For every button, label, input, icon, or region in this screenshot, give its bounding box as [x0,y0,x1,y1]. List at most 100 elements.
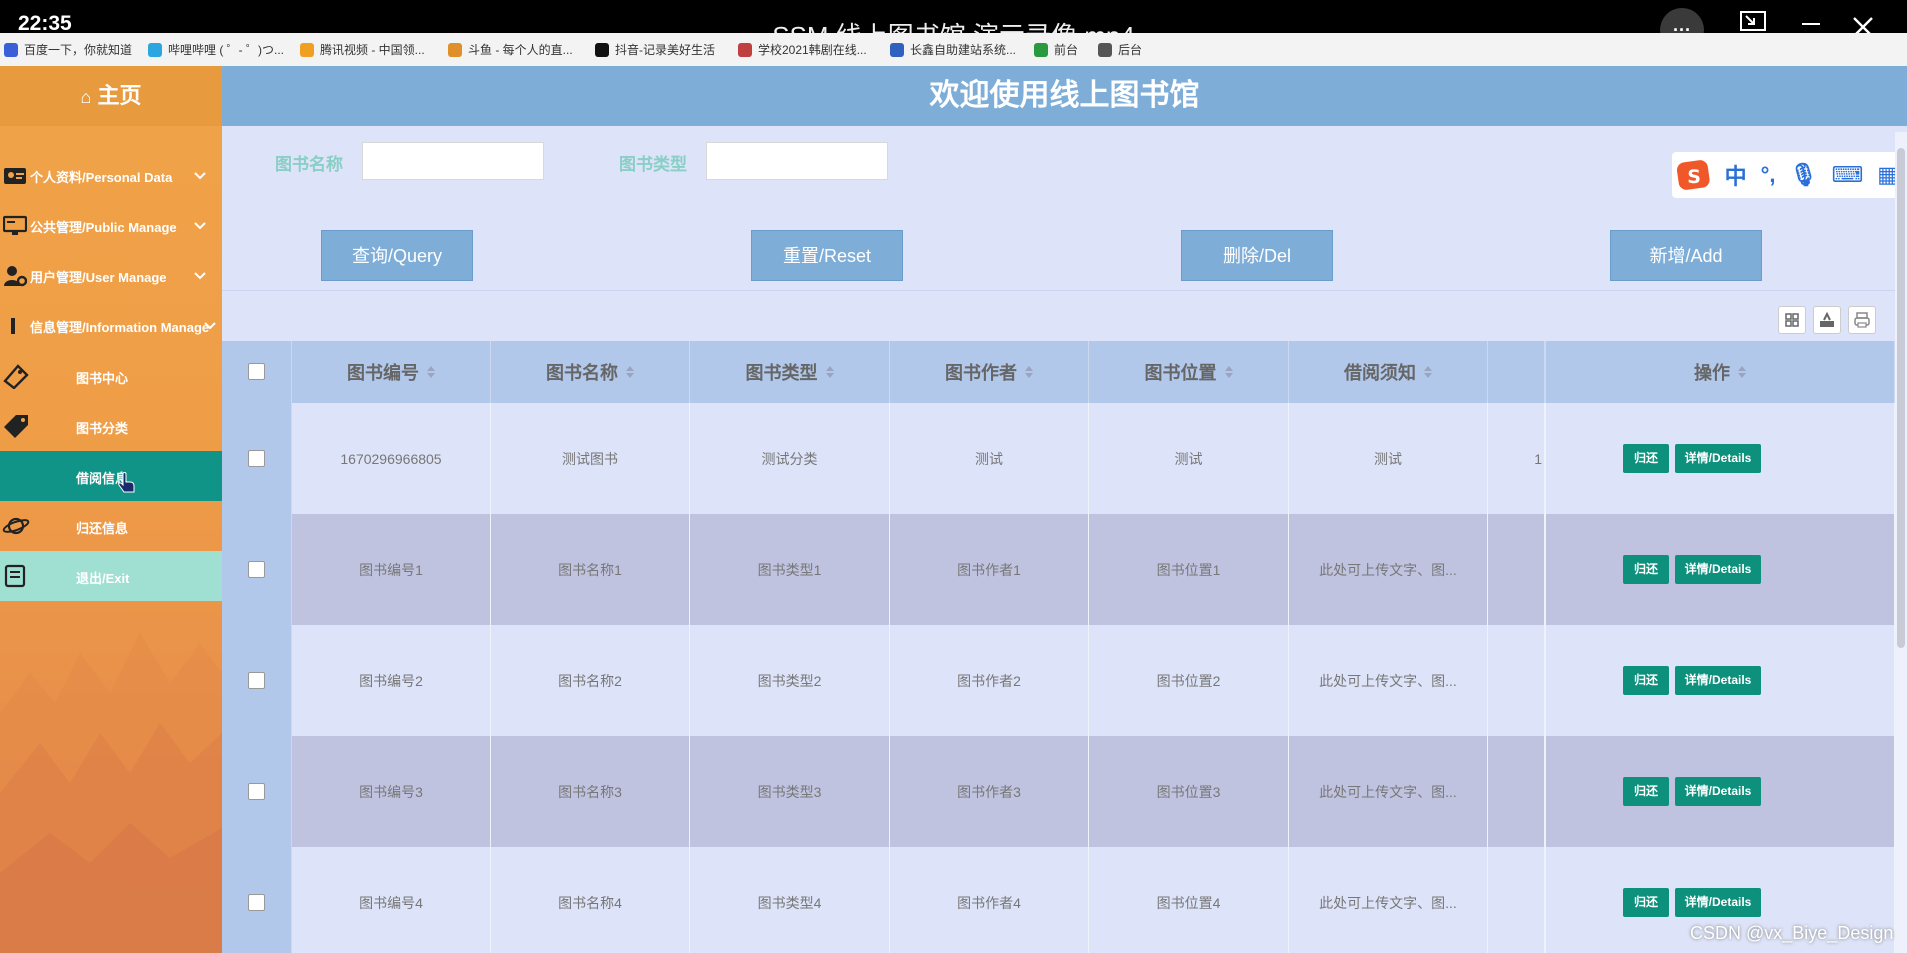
sort-icon [1025,366,1033,378]
cell-id: 图书编号4 [292,847,491,953]
row-checkbox[interactable] [248,450,265,467]
cell-author: 图书作者4 [890,847,1089,953]
monitor-icon [2,213,28,239]
return-button[interactable]: 归还 [1623,888,1669,917]
chevron-down-icon [194,218,206,233]
home-link[interactable]: ⌂ 主页 [0,66,222,126]
bookmark-item[interactable]: 后台 [1098,41,1142,58]
sort-icon [1424,366,1432,378]
cell-type: 图书类型2 [690,625,890,736]
ime-chinese-mode[interactable]: 中 [1725,159,1747,191]
ime-punctuation-icon[interactable]: °, [1761,162,1776,188]
cell-author: 测试 [890,403,1089,514]
row-checkbox-cell [222,403,292,514]
bookmark-label: 哔哩哔哩 ( ゜- ゜)つ... [168,43,284,57]
table-row[interactable]: 图书编号1 图书名称1 图书类型1 图书作者1 图书位置1 此处可上传文字、图... 归还详… [292,514,1905,625]
bookmark-item[interactable]: 学校2021韩剧在线... [738,41,867,58]
bookmark-label: 前台 [1054,43,1079,57]
tag-icon [2,413,30,439]
row-checkbox[interactable] [248,894,265,911]
add-button[interactable]: 新增/Add [1610,230,1762,281]
bookmark-label: 斗鱼 - 每个人的直... [468,43,573,57]
details-button[interactable]: 详情/Details [1675,777,1761,806]
reset-button[interactable]: 重置/Reset [751,230,903,281]
column-header-actions[interactable]: 操作 [1545,341,1895,403]
bookmark-label: 抖音-记录美好生活 [615,43,715,57]
details-button[interactable]: 详情/Details [1675,666,1761,695]
sidebar-item-book-center[interactable]: 图书中心 [0,351,222,401]
bookmark-item[interactable]: 斗鱼 - 每个人的直... [448,41,573,58]
cell-location: 图书位置4 [1089,847,1289,953]
column-header-book-location[interactable]: 图书位置 [1089,341,1289,403]
chevron-down-icon [194,268,206,283]
cell-type: 图书类型4 [690,847,890,953]
bookmark-favicon-icon [890,42,904,57]
book-name-input[interactable] [362,142,544,180]
query-button[interactable]: 查询/Query [321,230,473,281]
columns-toggle-icon[interactable] [1778,306,1806,334]
table-row[interactable]: 图书编号2 图书名称2 图书类型2 图书作者2 图书位置2 此处可上传文字、图... 归还详… [292,625,1905,736]
sidebar-section-user-manage[interactable]: 用户管理/User Manage [0,251,222,301]
home-icon: ⌂ [80,87,92,107]
sort-icon [1224,366,1233,378]
details-button[interactable]: 详情/Details [1675,555,1761,584]
column-header-borrow-notice[interactable]: 借阅须知 [1289,341,1488,403]
user-gear-icon [2,263,28,289]
delete-button[interactable]: 删除/Del [1181,230,1333,281]
cell-extra [1488,736,1545,847]
sidebar-section-information-manage[interactable]: 信息管理/Information Manage [0,301,222,351]
column-header-book-type[interactable]: 图书类型 [690,341,890,403]
sidebar-section-personal-data[interactable]: 个人资料/Personal Data [0,151,222,201]
select-all-checkbox[interactable] [248,363,265,380]
return-button[interactable]: 归还 [1623,666,1669,695]
book-type-input[interactable] [706,142,888,180]
return-button[interactable]: 归还 [1623,555,1669,584]
row-checkbox[interactable] [248,561,265,578]
bookmark-favicon-icon [595,42,609,57]
row-checkbox-cell [222,514,292,625]
planet-icon [2,513,30,539]
scrollbar-thumb[interactable] [1897,148,1905,648]
return-button[interactable]: 归还 [1623,444,1669,473]
row-checkbox[interactable] [248,672,265,689]
details-button[interactable]: 详情/Details [1675,888,1761,917]
microphone-icon[interactable]: 🎙 [1790,162,1818,188]
table-row[interactable]: 1670296966805 测试图书 测试分类 测试 测试 测试 1 归还 详情/Details [292,403,1905,514]
cell-name: 测试图书 [491,403,690,514]
cell-name: 图书名称1 [491,514,690,625]
bookmark-item[interactable]: 哔哩哔哩 ( ゜- ゜)つ... [148,41,284,58]
column-header-extra [1488,341,1545,403]
bookmark-item[interactable]: 百度一下，你就知道 [4,41,132,58]
cell-extra [1488,625,1545,736]
bookmark-item[interactable]: 抖音-记录美好生活 [595,41,715,58]
cell-type: 图书类型1 [690,514,890,625]
table-row[interactable]: 图书编号4 图书名称4 图书类型4 图书作者4 图书位置4 此处可上传文字、图... 归还详… [292,847,1905,953]
cell-extra: 1 [1488,403,1545,514]
book-icon [2,563,30,589]
column-header-book-author[interactable]: 图书作者 [890,341,1089,403]
print-icon[interactable] [1848,306,1876,334]
row-checkbox[interactable] [248,783,265,800]
sidebar-section-public-manage[interactable]: 公共管理/Public Manage [0,201,222,251]
keyboard-icon[interactable]: ⌨ [1831,162,1863,188]
table-row[interactable]: 图书编号3 图书名称3 图书类型3 图书作者3 图书位置3 此处可上传文字、图... 归还详… [292,736,1905,847]
bookmark-favicon-icon [1034,42,1048,57]
sidebar-item-book-category[interactable]: 图书分类 [0,401,222,451]
cell-actions: 归还 详情/Details [1545,514,1895,625]
bookmark-item[interactable]: 前台 [1034,41,1078,58]
bookmark-favicon-icon [1098,42,1112,57]
main-content: 欢迎使用线上图书馆 图书名称 图书类型 S 中 °, 🎙 ⌨ ▦ 查询/Quer… [222,66,1907,953]
sidebar-item-borrow-info[interactable]: 借阅信息 [0,451,222,501]
sidebar-item-return-info[interactable]: 归还信息 [0,501,222,551]
export-icon[interactable] [1813,306,1841,334]
sidebar: ⌂ 主页 个人资料/Personal Data 公共管理/Public Mana… [0,66,222,953]
sidebar-item-exit[interactable]: 退出/Exit [0,551,222,601]
bookmark-item[interactable]: 腾讯视频 - 中国领... [300,41,425,58]
bookmark-favicon-icon [148,42,162,57]
details-button[interactable]: 详情/Details [1675,444,1761,473]
column-header-book-name[interactable]: 图书名称 [491,341,690,403]
bookmark-item[interactable]: 长鑫自助建站系统... [890,41,1016,58]
column-header-book-id[interactable]: 图书编号 [292,341,491,403]
vertical-scrollbar[interactable] [1895,132,1907,953]
return-button[interactable]: 归还 [1623,777,1669,806]
